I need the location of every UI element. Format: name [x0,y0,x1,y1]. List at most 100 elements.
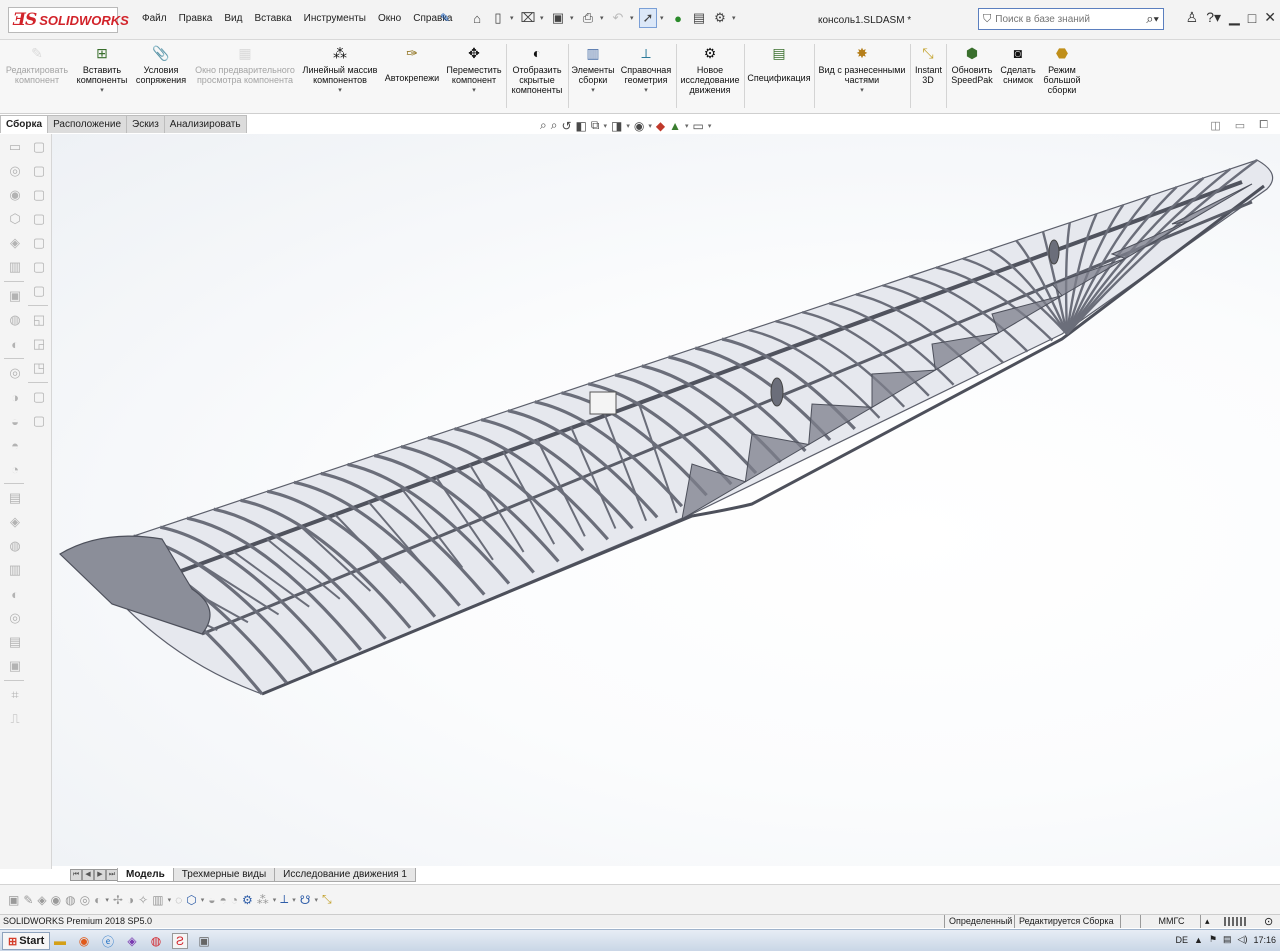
component-preview-window-button[interactable]: ▦ Окно предварительного просмотра компон… [192,44,298,85]
apply-scene-icon[interactable]: ▲ [669,119,681,133]
previous-view-icon[interactable]: ↺ [561,119,571,133]
menu-edit[interactable]: Правка [173,13,219,24]
command-icon[interactable]: ▤ [4,631,26,653]
edit-appearance-icon[interactable]: ◆ [656,119,665,133]
command-icon[interactable]: ◍ [4,309,26,331]
bottom-tool-icon[interactable]: ⬡ [186,893,196,907]
knowledge-base-search[interactable]: ⛉ ⌕▾ [978,8,1164,30]
mates-button[interactable]: 📎 Условия сопряжения [134,44,188,85]
insert-components-button[interactable]: ⊞ Вставить компоненты ▾ [72,44,132,96]
command-icon[interactable]: ◎ [4,362,26,384]
update-speedpak-button[interactable]: ⬢ Обновить SpeedPak [948,44,996,85]
open-dropdown-icon[interactable]: ▾ [540,14,546,22]
smart-fasteners-button[interactable]: ✑ Автокрепежи [382,44,442,83]
graphics-area[interactable] [52,134,1280,866]
command-icon[interactable]: ▢ [28,386,50,408]
rebuild-traffic-light-icon[interactable]: ● [669,8,687,28]
save-icon[interactable]: ▣ [549,8,567,28]
print-dropdown-icon[interactable]: ▾ [600,14,606,22]
command-icon[interactable]: ▢ [28,410,50,432]
solidworks-logo[interactable]: ƎS SOLIDWORKS [8,7,129,33]
view-settings-dropdown-icon[interactable]: ▾ [708,122,712,130]
volume-icon[interactable]: ◁) [1238,934,1248,945]
new-motion-study-button[interactable]: ⚙ Новое исследование движения [678,44,742,95]
maximize-icon[interactable]: □ [1248,10,1256,26]
bottom-tool-icon[interactable]: ◐ [94,893,101,907]
new-dropdown-icon[interactable]: ▾ [510,14,516,22]
command-icon[interactable]: ◉ [4,184,26,206]
bottom-tool-dropdown-icon[interactable]: ▾ [273,896,277,904]
command-icon[interactable]: ▢ [28,184,50,206]
viewport-restore-icon[interactable]: ◫ [1210,119,1220,132]
search-input[interactable] [995,13,1136,25]
reference-geometry-button[interactable]: ⟂ Справочная геометрия ▾ [618,44,674,96]
next-tab-icon[interactable]: ▶ [94,869,106,881]
command-icon[interactable]: ▣ [4,285,26,307]
move-component-dropdown-icon[interactable]: ▾ [472,86,476,96]
browser-icon[interactable]: ◍ [148,933,164,949]
command-icon[interactable]: ▤ [4,487,26,509]
bottom-tool-icon[interactable]: ⚙ [242,893,253,907]
instant-3d-button[interactable]: ⤡ Instant 3D [912,44,944,85]
linear-pattern-dropdown-icon[interactable]: ▾ [338,86,342,96]
bottom-tool-icon[interactable]: ▣ [8,893,19,907]
user-account-icon[interactable]: ♙ [1186,9,1199,26]
tab-layout[interactable]: Расположение [47,115,128,133]
tab-sketch[interactable]: Эскиз [126,115,165,133]
options-gear-icon[interactable]: ⚙ [711,8,729,28]
media-player-icon[interactable]: ◉ [76,933,92,949]
bottom-tool-icon[interactable]: ◍ [65,893,75,907]
pin-menu-icon[interactable]: ✎ [440,11,450,25]
assembly-features-button[interactable]: ▥ Элементы сборки ▾ [570,44,616,96]
bottom-tool-dropdown-icon[interactable]: ▾ [314,896,318,904]
print-icon[interactable]: ⎙ [579,8,597,28]
bottom-tool-icon[interactable]: ▥ [152,893,163,907]
undo-icon[interactable]: ↶ [609,8,627,28]
solidworks-task-icon[interactable]: Ƨ [172,933,188,949]
bill-of-materials-button[interactable]: ▤ Спецификация [746,44,812,83]
select-pointer-icon[interactable]: ➚ [639,8,657,28]
bottom-tool-dropdown-icon[interactable]: ▾ [105,896,109,904]
hide-show-dropdown-icon[interactable]: ▾ [648,122,652,130]
command-icon[interactable]: ▭ [4,136,26,158]
command-icon[interactable]: ◎ [4,607,26,629]
display-style-icon[interactable]: ◨ [611,119,622,133]
bottom-tool-icon[interactable]: ✢ [113,893,123,907]
command-icon[interactable]: ◈ [4,511,26,533]
minimize-icon[interactable]: ▁ [1229,9,1240,26]
bottom-tool-icon[interactable]: ◉ [51,893,61,907]
zoom-to-fit-icon[interactable]: ⌕ [540,118,547,133]
command-icon[interactable]: ▥ [4,256,26,278]
app-icon[interactable]: ▣ [196,933,212,949]
network-icon[interactable]: ▤ [1223,934,1232,945]
command-icon[interactable]: ◒ [4,410,26,432]
edit-component-button[interactable]: ✎ Редактировать компонент [4,44,70,85]
close-icon[interactable]: ✕ [1264,9,1276,26]
menu-window[interactable]: Окно [372,13,407,24]
bottom-tool-icon[interactable]: ◎ [80,893,90,907]
view-orientation-icon[interactable]: ⧉ [591,118,600,133]
tab-evaluate[interactable]: Анализировать [163,115,247,133]
bottom-tool-icon[interactable]: ☋ [300,893,311,907]
hide-show-items-icon[interactable]: ◉ [634,119,644,133]
viewport-tile-icon[interactable]: ▭ [1235,119,1245,132]
reference-geometry-dropdown-icon[interactable]: ▾ [644,86,648,96]
command-icon[interactable]: ◈ [4,232,26,254]
undo-dropdown-icon[interactable]: ▾ [630,14,636,22]
menu-insert[interactable]: Вставка [248,13,297,24]
save-dropdown-icon[interactable]: ▾ [570,14,576,22]
tab-3d-views[interactable]: Трехмерные виды [172,868,276,882]
bottom-tool-icon[interactable]: ◒ [208,893,215,907]
command-icon[interactable]: ◱ [28,309,50,331]
command-icon[interactable]: ◑ [4,386,26,408]
options-dropdown-icon[interactable]: ▾ [732,14,738,22]
command-icon[interactable]: ⌗ [4,684,26,706]
bottom-tool-icon[interactable]: ◈ [37,893,46,907]
tab-assembly[interactable]: Сборка [0,115,49,133]
tab-model[interactable]: Модель [117,868,174,882]
section-view-icon[interactable]: ◧ [576,119,587,133]
file-properties-icon[interactable]: ▤ [690,8,708,28]
linear-pattern-button[interactable]: ⁂ Линейный массив компонентов ▾ [300,44,380,96]
command-icon[interactable]: ▢ [28,136,50,158]
help-icon[interactable]: ?▾ [1206,9,1221,26]
